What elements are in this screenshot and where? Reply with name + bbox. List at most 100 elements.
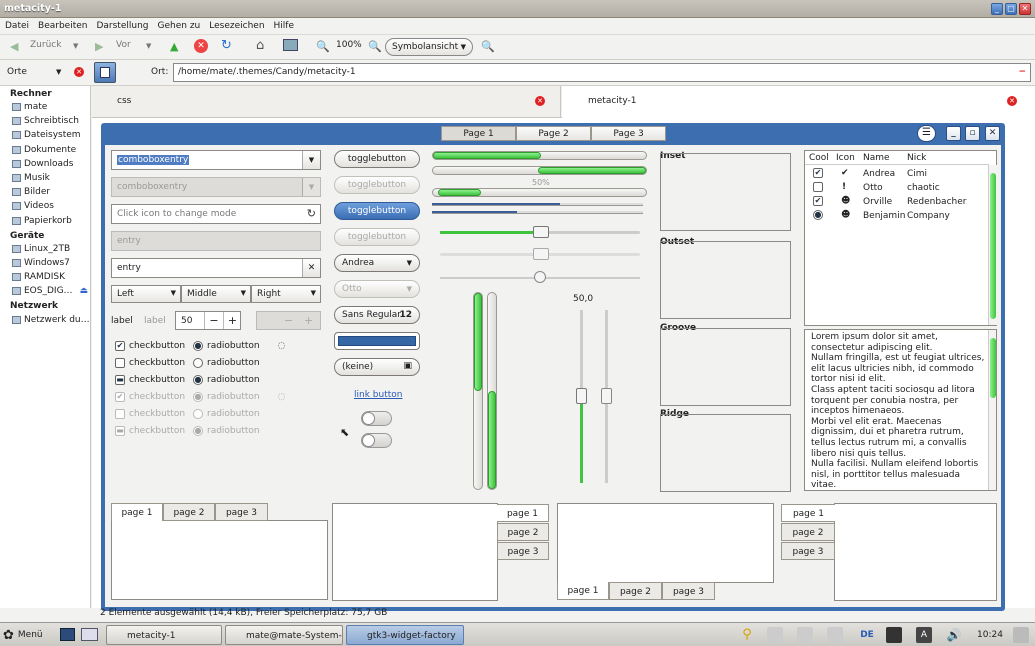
toggle-location-button[interactable] bbox=[94, 62, 116, 83]
minimize-button[interactable]: _ bbox=[946, 126, 961, 141]
checkbutton-unchecked[interactable]: checkbutton bbox=[115, 358, 185, 368]
comboboxentry-input[interactable]: comboboxentry ▼ bbox=[111, 150, 321, 170]
back-dropdown-icon[interactable]: ▼ bbox=[73, 42, 78, 50]
togglebutton[interactable]: togglebutton bbox=[334, 150, 420, 168]
radiobutton-mixed[interactable]: ● radiobutton bbox=[193, 375, 260, 385]
sidebar-item-videos[interactable]: Videos bbox=[12, 199, 90, 213]
close-button[interactable]: ✕ bbox=[1019, 3, 1031, 15]
sidebar-item-ramdisk[interactable]: RAMDISK bbox=[12, 270, 90, 284]
mode-entry[interactable]: Click icon to change mode ↻ bbox=[111, 204, 321, 224]
forward-button[interactable]: Vor bbox=[116, 40, 131, 50]
window-titlebar[interactable]: metacity-1 _ ▢ ✕ bbox=[0, 0, 1035, 18]
tab-page-3[interactable]: Page 3 bbox=[591, 126, 666, 141]
refresh-icon[interactable]: ↻ bbox=[307, 207, 316, 220]
input-method-icon[interactable]: A bbox=[916, 627, 932, 643]
font-button[interactable]: Sans Regular 12 bbox=[334, 306, 420, 324]
drive-icon[interactable] bbox=[797, 627, 813, 643]
terminal-launcher-icon[interactable] bbox=[60, 628, 75, 641]
sidebar-item-dateisystem[interactable]: Dateisystem bbox=[12, 128, 90, 142]
togglebutton-active[interactable]: togglebutton bbox=[334, 202, 420, 220]
row-cool-check[interactable]: ✔ bbox=[813, 168, 823, 178]
tab-css[interactable]: css ✕ bbox=[92, 86, 561, 118]
notebook-right-tab-1[interactable]: page 1 bbox=[497, 504, 549, 522]
spin-plus[interactable]: + bbox=[223, 312, 241, 329]
menu-lesezeichen[interactable]: Lesezeichen bbox=[209, 21, 264, 31]
show-desktop-icon[interactable] bbox=[81, 628, 98, 641]
chevron-down-icon[interactable]: ▼ bbox=[302, 151, 320, 169]
align-right-select[interactable]: Right ▼ bbox=[251, 285, 321, 303]
notebook-top-tab-2[interactable]: page 2 bbox=[163, 503, 215, 521]
vscale-1[interactable] bbox=[576, 310, 587, 483]
tree-view[interactable]: Cool Icon Name Nick ✔ ✔ Andrea Cimi ! Ot… bbox=[804, 150, 997, 326]
row-cool-check[interactable] bbox=[813, 182, 823, 192]
tab-page-2[interactable]: Page 2 bbox=[516, 126, 591, 141]
table-row[interactable]: ✔ ☻ Orville Redenbacher bbox=[805, 195, 989, 209]
radiobutton-selected[interactable]: ● radiobutton ◌ bbox=[193, 341, 285, 351]
align-middle-select[interactable]: Middle ▼ bbox=[181, 285, 251, 303]
notebook-bottom-tab-2[interactable]: page 2 bbox=[609, 582, 662, 600]
menu-datei[interactable]: Datei bbox=[5, 21, 29, 31]
table-row[interactable]: ! Otto chaotic bbox=[805, 181, 989, 195]
andrea-combo[interactable]: Andrea ▼ bbox=[334, 254, 420, 272]
chevron-down-icon[interactable]: ▼ bbox=[56, 68, 61, 76]
link-button[interactable]: link button bbox=[354, 390, 402, 400]
places-select[interactable]: Orte bbox=[7, 67, 27, 77]
drive-icon[interactable] bbox=[767, 627, 783, 643]
clear-path-icon[interactable]: − bbox=[1018, 67, 1026, 77]
notebook-left-tab-1[interactable]: page 1 bbox=[781, 504, 835, 522]
zoom-out-icon[interactable]: 🔍 bbox=[316, 40, 330, 53]
header-nick[interactable]: Nick bbox=[907, 153, 926, 163]
tab-metacity[interactable]: metacity-1 ✕ bbox=[562, 86, 1035, 118]
vscale-handle[interactable] bbox=[601, 388, 612, 404]
back-button[interactable]: Zurück bbox=[30, 40, 61, 50]
home-icon[interactable]: ⌂ bbox=[256, 38, 264, 53]
search-icon[interactable]: 🔍 bbox=[481, 40, 495, 53]
volume-icon[interactable]: 🔊 bbox=[946, 627, 962, 643]
hscale-1[interactable] bbox=[440, 226, 640, 238]
close-button[interactable]: ✕ bbox=[985, 126, 1000, 141]
notebook-top-tab-1[interactable]: page 1 bbox=[111, 503, 163, 521]
network-icon[interactable] bbox=[886, 627, 902, 643]
sidebar-item-musik[interactable]: Musik bbox=[12, 171, 90, 185]
menu-hilfe[interactable]: Hilfe bbox=[274, 21, 294, 31]
sidebar-item-windows7[interactable]: Windows7 bbox=[12, 256, 90, 270]
notebook-bottom-tab-1[interactable]: page 1 bbox=[557, 582, 609, 600]
table-row[interactable]: ✔ ✔ Andrea Cimi bbox=[805, 167, 989, 181]
checkbutton-inconsistent[interactable]: ▬ checkbutton bbox=[115, 375, 185, 385]
sidebar-item-netzwerk[interactable]: Netzwerk du… bbox=[12, 312, 90, 326]
path-input[interactable]: /home/mate/.themes/Candy/metacity-1 − bbox=[173, 63, 1031, 82]
eject-icon[interactable]: ⏏ bbox=[80, 286, 89, 296]
maximize-button[interactable]: ▫ bbox=[965, 126, 980, 141]
menu-icon[interactable]: ☰ bbox=[917, 125, 936, 142]
scrollbar-thumb[interactable] bbox=[990, 173, 996, 319]
tab-page-1[interactable]: Page 1 bbox=[441, 126, 516, 141]
notebook-right-tab-3[interactable]: page 3 bbox=[497, 542, 549, 560]
header-cool[interactable]: Cool bbox=[809, 153, 829, 163]
keyboard-layout[interactable]: DE bbox=[859, 627, 875, 643]
clear-icon[interactable]: ✕ bbox=[302, 259, 320, 277]
hscale-handle[interactable] bbox=[534, 271, 546, 283]
notebook-left-tab-3[interactable]: page 3 bbox=[781, 542, 835, 560]
vscale-2[interactable] bbox=[601, 310, 612, 483]
notebook-bottom-tab-3[interactable]: page 3 bbox=[662, 582, 715, 600]
align-left-select[interactable]: Left ▼ bbox=[111, 285, 181, 303]
notebook-left-tab-2[interactable]: page 2 bbox=[781, 523, 835, 541]
close-tab-icon[interactable]: ✕ bbox=[1007, 96, 1017, 106]
widget-factory-window[interactable]: Page 1 Page 2 Page 3 ☰ _ ▫ ✕ comboboxent… bbox=[101, 123, 1005, 611]
row-cool-radio[interactable]: ● bbox=[813, 210, 823, 220]
maximize-button[interactable]: ▢ bbox=[1005, 3, 1017, 15]
task-terminal[interactable]: mate@mate-System-... bbox=[225, 625, 343, 645]
close-tab-icon[interactable]: ✕ bbox=[535, 96, 545, 106]
menu-darstellung[interactable]: Darstellung bbox=[96, 21, 148, 31]
switch-off[interactable] bbox=[361, 411, 392, 426]
file-chooser-button[interactable]: (keine) ▣ bbox=[334, 358, 420, 376]
hscale-3[interactable] bbox=[440, 271, 640, 283]
zoom-in-icon[interactable]: 🔍 bbox=[368, 40, 382, 53]
task-gtk3-widget-factory[interactable]: gtk3-widget-factory bbox=[346, 625, 464, 645]
switch-off-2[interactable] bbox=[361, 433, 392, 448]
checkbutton-checked[interactable]: ✔ checkbutton bbox=[115, 341, 185, 351]
row-cool-check[interactable]: ✔ bbox=[813, 196, 823, 206]
tree-scrollbar[interactable] bbox=[988, 165, 997, 325]
drive-icon[interactable] bbox=[827, 627, 843, 643]
back-arrow-icon[interactable]: ◀ bbox=[10, 40, 18, 53]
